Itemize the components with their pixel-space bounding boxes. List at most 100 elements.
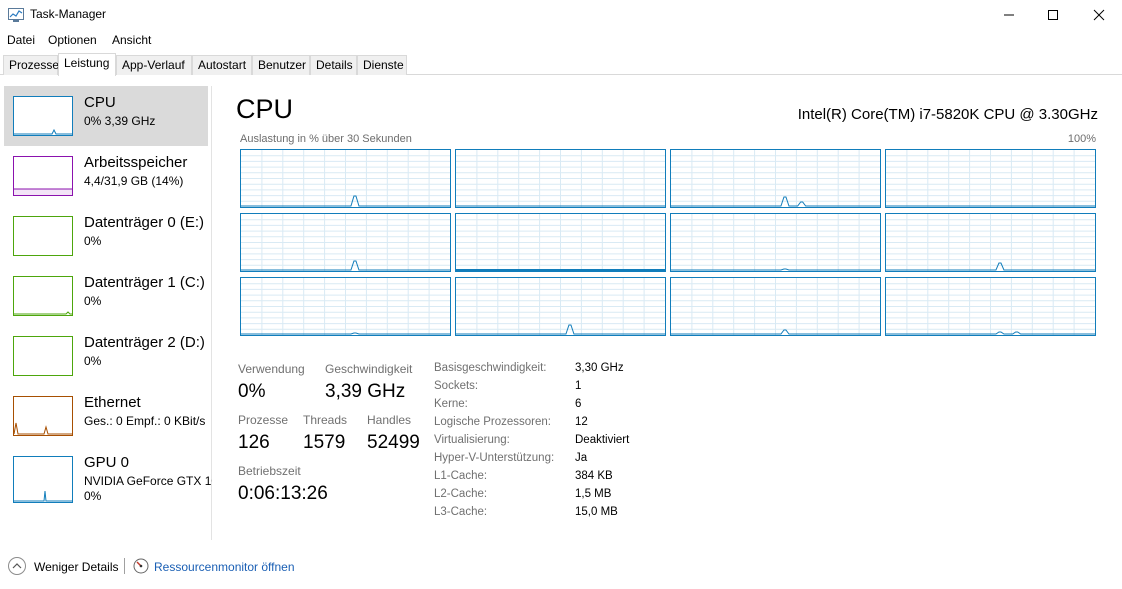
sidebar-item-value: 0%	[84, 489, 102, 503]
open-resource-monitor-link[interactable]: Ressourcenmonitor öffnen	[154, 560, 295, 574]
tab-benutzer[interactable]: Benutzer	[252, 55, 310, 75]
sidebar-item-label: Ethernet	[84, 394, 141, 411]
graph-caption: Auslastung in % über 30 Sekunden	[240, 133, 412, 145]
sidebar-item-value: NVIDIA GeForce GTX 1080	[84, 474, 212, 488]
resource-sidebar: CPU 0% 3,39 GHz Arbeitsspeicher 4,4/31,9…	[0, 86, 212, 540]
spec-key: Basisgeschwindigkeit:	[434, 362, 547, 374]
sidebar-item-label: Datenträger 0 (E:)	[84, 214, 205, 231]
logical-processor-graphs	[240, 149, 1097, 337]
footer: Weniger Details Ressourcenmonitor öffnen	[0, 548, 1122, 588]
menu-ansicht[interactable]: Ansicht	[112, 33, 151, 47]
gpu-thumbnail-graph	[13, 456, 73, 503]
spec-value: 1	[575, 380, 582, 392]
sidebar-item-label: Datenträger 1 (C:)	[84, 274, 205, 291]
spec-value: 384 KB	[575, 470, 613, 482]
threads-value: 1579	[303, 432, 346, 453]
minimize-button[interactable]	[986, 0, 1032, 30]
menu-bar: Datei Optionen Ansicht	[0, 30, 1122, 50]
menu-optionen[interactable]: Optionen	[48, 33, 97, 47]
spec-value: Ja	[575, 452, 588, 464]
handles-value: 52499	[367, 432, 420, 453]
sidebar-item-value: 4,4/31,9 GB (14%)	[84, 174, 184, 188]
task-manager-icon	[8, 8, 24, 22]
sidebar-item-value: Ges.: 0 Empf.: 0 KBit/s	[84, 414, 206, 428]
sidebar-item-value: 0%	[84, 234, 102, 248]
sidebar-item-gpu[interactable]: GPU 0 NVIDIA GeForce GTX 1080 0%	[4, 446, 212, 516]
sidebar-item-disk-1[interactable]: Datenträger 1 (C:) 0%	[4, 266, 208, 326]
logical-processor-graph	[240, 213, 451, 272]
page-title: CPU	[236, 94, 294, 124]
sidebar-item-value: 0%	[84, 294, 102, 308]
sidebar-item-value: 0% 3,39 GHz	[84, 114, 156, 128]
window-title: Task-Manager	[30, 7, 107, 21]
fewer-details-button[interactable]: Weniger Details	[34, 560, 118, 574]
maximize-icon	[1048, 10, 1058, 20]
logical-processor-graph	[455, 213, 666, 272]
close-icon	[1093, 9, 1105, 21]
spec-value: Deaktiviert	[575, 434, 630, 446]
sidebar-item-label: GPU 0	[84, 454, 130, 471]
menu-datei[interactable]: Datei	[7, 33, 35, 47]
spec-value: 3,30 GHz	[575, 362, 624, 374]
logical-processor-graph	[670, 277, 881, 336]
spec-value: 15,0 MB	[575, 506, 618, 518]
logical-processor-graph	[885, 149, 1096, 208]
tab-autostart[interactable]: Autostart	[192, 55, 252, 75]
handles-label: Handles	[367, 413, 412, 427]
tab-leistung[interactable]: Leistung	[58, 53, 116, 76]
processes-value: 126	[238, 432, 270, 453]
spec-key: Virtualisierung:	[434, 434, 510, 446]
spec-key: Sockets:	[434, 380, 479, 392]
sidebar-item-value: 0%	[84, 354, 102, 368]
tab-app-verlauf[interactable]: App-Verlauf	[116, 55, 192, 75]
logical-processor-graph	[455, 277, 666, 336]
chevron-up-icon[interactable]	[8, 557, 26, 575]
spec-key: L1-Cache:	[434, 470, 488, 482]
sidebar-item-memory[interactable]: Arbeitsspeicher 4,4/31,9 GB (14%)	[4, 146, 208, 206]
spec-value: 1,5 MB	[575, 488, 612, 500]
logical-processor-graph	[455, 149, 666, 208]
tab-strip: Prozesse Leistung App-Verlauf Autostart …	[0, 53, 1122, 76]
tab-details[interactable]: Details	[310, 55, 357, 75]
logical-processor-graph	[240, 149, 451, 208]
sidebar-item-label: Datenträger 2 (D:)	[84, 334, 205, 351]
speed-value: 3,39 GHz	[325, 381, 406, 402]
logical-processor-graph	[885, 277, 1096, 336]
spec-value: 6	[575, 398, 582, 410]
usage-label: Verwendung	[238, 362, 305, 376]
spec-key: L3-Cache:	[434, 506, 488, 518]
threads-label: Threads	[303, 413, 348, 427]
spec-key: Logische Prozessoren:	[434, 416, 551, 428]
close-button[interactable]	[1076, 0, 1122, 30]
ethernet-thumbnail-graph	[13, 396, 73, 436]
resource-monitor-icon[interactable]	[133, 558, 149, 574]
logical-processor-graph	[885, 213, 1096, 272]
uptime-value: 0:06:13:26	[238, 483, 328, 504]
logical-processor-graph	[240, 277, 451, 336]
maximize-button[interactable]	[1030, 0, 1076, 30]
cpu-model: Intel(R) Core(TM) i7-5820K CPU @ 3.30GHz	[797, 106, 1098, 123]
disk-thumbnail-graph	[13, 216, 73, 256]
sidebar-item-cpu[interactable]: CPU 0% 3,39 GHz	[4, 86, 208, 146]
spec-key: Hyper-V-Unterstützung:	[434, 452, 555, 464]
sidebar-item-label: Arbeitsspeicher	[84, 154, 188, 171]
sidebar-item-disk-0[interactable]: Datenträger 0 (E:) 0%	[4, 206, 208, 266]
spec-key: Kerne:	[434, 398, 468, 410]
speed-label: Geschwindigkeit	[325, 362, 413, 376]
footer-divider	[124, 558, 125, 574]
memory-thumbnail-graph	[13, 156, 73, 196]
cpu-thumbnail-graph	[13, 96, 73, 136]
sidebar-item-ethernet[interactable]: Ethernet Ges.: 0 Empf.: 0 KBit/s	[4, 386, 208, 446]
usage-value: 0%	[238, 381, 266, 402]
disk-thumbnail-graph	[13, 276, 73, 316]
minimize-icon	[1004, 14, 1014, 16]
logical-processor-graph	[670, 149, 881, 208]
sidebar-item-label: CPU	[84, 94, 116, 111]
uptime-label: Betriebszeit	[238, 464, 301, 478]
tab-dienste[interactable]: Dienste	[357, 55, 407, 75]
sidebar-item-disk-2[interactable]: Datenträger 2 (D:) 0%	[4, 326, 208, 386]
spec-value: 12	[575, 416, 588, 428]
spec-key: L2-Cache:	[434, 488, 488, 500]
logical-processor-graph	[670, 213, 881, 272]
tab-prozesse[interactable]: Prozesse	[3, 55, 59, 75]
